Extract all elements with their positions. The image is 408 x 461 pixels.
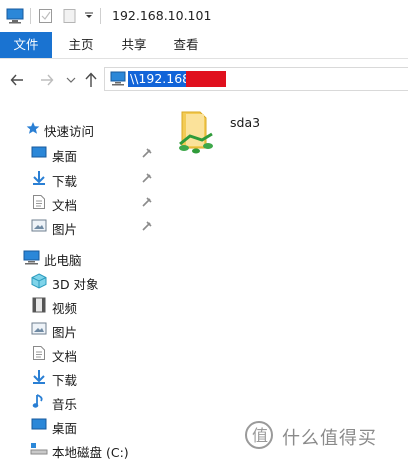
sidebar-item-downloads[interactable]: 下载 [52, 171, 77, 190]
tab-file[interactable]: 文件 [0, 32, 52, 58]
pin-icon[interactable] [141, 196, 153, 208]
recent-locations-chevron-down-icon[interactable] [66, 76, 76, 84]
address-input-text[interactable]: \\192.168 [128, 71, 193, 87]
sidebar-item-downloads[interactable]: 下载 [52, 370, 77, 389]
sidebar-quick-access[interactable]: 快速访问 [44, 121, 94, 140]
watermark-text: 什么值得买 [282, 428, 377, 449]
sidebar-item-documents[interactable]: 文档 [52, 195, 77, 214]
pin-icon[interactable] [141, 220, 153, 232]
back-arrow-icon[interactable] [10, 73, 24, 87]
download-icon [33, 370, 45, 384]
watermark-logo-icon: 值 [245, 421, 273, 449]
svg-text:值: 值 [252, 426, 268, 445]
title-separator [100, 8, 101, 24]
pin-icon[interactable] [141, 147, 153, 159]
new-document-icon[interactable] [62, 8, 78, 24]
forward-arrow-icon[interactable] [40, 73, 54, 87]
pictures-icon [31, 322, 47, 335]
properties-icon[interactable] [38, 8, 54, 24]
this-pc-icon [23, 250, 40, 265]
download-icon [33, 171, 45, 185]
sidebar-this-pc[interactable]: 此电脑 [44, 250, 82, 269]
music-icon [32, 394, 43, 408]
sidebar-item-desktop[interactable]: 桌面 [52, 146, 77, 165]
network-computer-icon [110, 71, 126, 86]
tab-share[interactable]: 共享 [110, 32, 158, 58]
ribbon-tabs: 文件 主页 共享 查看 [0, 32, 408, 59]
pin-icon[interactable] [141, 172, 153, 184]
shared-folder-icon[interactable] [176, 108, 216, 154]
pictures-icon [31, 219, 47, 232]
folder-item-label[interactable]: sda3 [230, 115, 260, 130]
sidebar-item-pictures[interactable]: 图片 [52, 322, 77, 341]
title-separator [30, 8, 31, 24]
up-arrow-icon[interactable] [84, 72, 98, 88]
desktop-icon [31, 146, 47, 158]
tab-view[interactable]: 查看 [162, 32, 210, 58]
sidebar-item-pictures[interactable]: 图片 [52, 219, 77, 238]
document-icon [33, 346, 45, 360]
title-bar: 192.168.10.101 [0, 0, 408, 32]
sidebar-item-local-disk-c[interactable]: 本地磁盘 (C:) [52, 442, 129, 461]
computer-icon [6, 8, 24, 24]
sidebar-item-videos[interactable]: 视频 [52, 298, 77, 317]
document-icon [33, 195, 45, 209]
quick-access-toolbar-dropdown-icon[interactable] [84, 10, 94, 20]
window-title: 192.168.10.101 [112, 8, 212, 23]
quick-access-star-icon [26, 122, 40, 134]
video-icon [32, 297, 46, 313]
sidebar-item-desktop[interactable]: 桌面 [52, 418, 77, 437]
tab-home[interactable]: 主页 [56, 32, 106, 58]
sidebar-item-music[interactable]: 音乐 [52, 394, 77, 413]
3d-objects-icon [31, 273, 47, 289]
redaction-block [186, 71, 226, 87]
sidebar-item-documents[interactable]: 文档 [52, 346, 77, 365]
desktop-icon [31, 418, 47, 430]
local-disk-icon [30, 443, 48, 455]
sidebar-item-3d-objects[interactable]: 3D 对象 [52, 274, 99, 293]
